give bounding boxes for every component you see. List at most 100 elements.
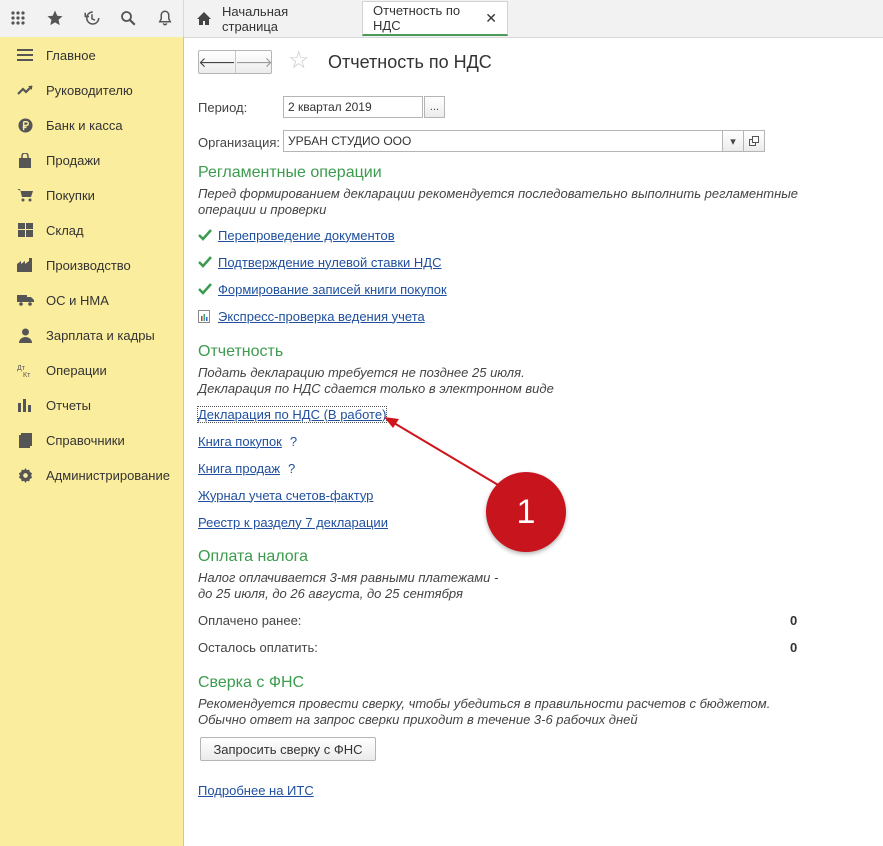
sidebar-item-label: Покупки (46, 187, 95, 203)
report-icon (198, 309, 212, 323)
link-invoice-journal[interactable]: Журнал учета счетов-фактур (198, 488, 373, 503)
payment-desc-line: до 25 июля, до 26 августа, до 25 сентябр… (198, 586, 463, 601)
sidebar-item-label: Отчеты (46, 397, 91, 413)
link-sales-book[interactable]: Книга продаж (198, 461, 280, 476)
more-info-row: Подробнее на ИТС (198, 781, 314, 799)
top-toolbar (0, 0, 184, 37)
tab-home[interactable]: Начальная страница (186, 1, 356, 36)
regulatory-item: Формирование записей книги покупок (198, 280, 447, 298)
link-repost-documents[interactable]: Перепроведение документов (218, 228, 395, 243)
sidebar-item-admin[interactable]: Администрирование (0, 461, 183, 489)
star-icon[interactable] (45, 8, 65, 28)
sidebar-item-label: Зарплата и кадры (46, 327, 155, 343)
search-icon[interactable] (118, 8, 138, 28)
reporting-desc-line: Декларация по НДС сдается только в элект… (198, 381, 554, 396)
annotation-badge: 1 (486, 472, 566, 552)
payment-desc-line: Налог оплачивается 3-мя равными платежам… (198, 570, 499, 585)
organization-label: Организация: (198, 135, 281, 150)
sidebar-item-bank[interactable]: Банк и касса (0, 111, 183, 139)
apps-grid-icon[interactable] (8, 8, 28, 28)
bar-chart-icon (16, 396, 34, 414)
paid-earlier-value: 0 (790, 613, 798, 628)
sidebar-item-operations[interactable]: Дт Кт Операции (0, 356, 183, 384)
help-icon[interactable]: ? (290, 434, 297, 449)
book-icon (16, 431, 34, 449)
sidebar-item-label: Продажи (46, 152, 101, 168)
link-purchase-book-entries[interactable]: Формирование записей книги покупок (218, 282, 447, 297)
back-button[interactable]: 🡐 (198, 51, 236, 73)
sidebar-item-label: Банк и касса (46, 117, 123, 133)
reporting-item: Журнал учета счетов-фактур (198, 486, 373, 504)
sidebar-item-manager[interactable]: Руководителю (0, 76, 183, 104)
left-to-pay-value: 0 (790, 640, 798, 655)
truck-icon (16, 291, 34, 309)
organization-open-button[interactable] (743, 130, 765, 152)
regulatory-desc-line: Перед формированием декларации рекоменду… (198, 186, 799, 201)
tab-active-label: Отчетность по НДС (373, 3, 461, 33)
fns-desc-line: Рекомендуется провести сверку, чтобы убе… (198, 696, 771, 711)
sidebar-item-purchases[interactable]: Покупки (0, 181, 183, 209)
fns-description: Рекомендуется провести сверку, чтобы убе… (198, 696, 770, 728)
checkmark-icon (198, 255, 212, 269)
section-reporting-title: Отчетность (198, 343, 284, 360)
svg-text:Кт: Кт (23, 372, 31, 377)
reporting-item: Реестр к разделу 7 декларации (198, 513, 388, 531)
link-more-its[interactable]: Подробнее на ИТС (198, 783, 314, 798)
sidebar-item-label: Администрирование (46, 467, 170, 483)
top-bar: Начальная страница Отчетность по НДС ✕ (0, 0, 883, 38)
help-icon[interactable]: ? (288, 461, 295, 476)
trend-icon (16, 81, 34, 99)
reporting-description: Подать декларацию требуется не позднее 2… (198, 365, 554, 397)
sidebar-item-main[interactable]: Главное (0, 41, 183, 69)
home-icon (196, 11, 212, 27)
organization-field[interactable]: УРБАН СТУДИО ООО (283, 130, 723, 152)
sidebar-item-production[interactable]: Производство (0, 251, 183, 279)
sidebar-item-label: Операции (46, 362, 107, 378)
svg-text:Дт: Дт (17, 365, 26, 372)
history-icon[interactable] (82, 8, 102, 28)
payment-description: Налог оплачивается 3-мя равными платежам… (198, 570, 498, 602)
period-field[interactable]: 2 квартал 2019 (283, 96, 423, 118)
sidebar-item-warehouse[interactable]: Склад (0, 216, 183, 244)
dt-kt-icon: Дт Кт (16, 361, 34, 379)
sidebar-item-label: ОС и НМА (46, 292, 109, 308)
link-vat-declaration[interactable]: Декларация по НДС (В работе) (196, 405, 388, 423)
reporting-item: Декларация по НДС (В работе) (196, 405, 388, 423)
request-reconciliation-button[interactable]: Запросить сверку с ФНС (200, 737, 376, 761)
sidebar: Главное Руководителю Банк и касса Продаж… (0, 37, 184, 846)
link-purchase-book[interactable]: Книга покупок (198, 434, 282, 449)
sidebar-item-directories[interactable]: Справочники (0, 426, 183, 454)
forward-button[interactable]: 🡒 (235, 51, 273, 73)
checkmark-icon (198, 282, 212, 296)
section-fns-title: Сверка с ФНС (198, 674, 305, 691)
regulatory-item: Подтверждение нулевой ставки НДС (198, 253, 442, 271)
tab-home-label: Начальная страница (222, 3, 289, 34)
favorite-star-icon[interactable]: ☆ (288, 49, 310, 73)
bank-icon (16, 116, 34, 134)
sidebar-item-reports[interactable]: Отчеты (0, 391, 183, 419)
sidebar-item-label: Производство (46, 257, 131, 273)
regulatory-item: Перепроведение документов (198, 226, 395, 244)
sidebar-item-fixed-assets[interactable]: ОС и НМА (0, 286, 183, 314)
regulatory-description: Перед формированием декларации рекоменду… (198, 186, 798, 218)
tab-vat-reporting[interactable]: Отчетность по НДС ✕ (362, 1, 508, 36)
open-icon (749, 136, 759, 146)
bell-icon[interactable] (155, 8, 175, 28)
period-select-button[interactable]: ... (424, 96, 445, 118)
link-express-check[interactable]: Экспресс-проверка ведения учета (218, 309, 425, 324)
bag-icon (16, 151, 34, 169)
link-zero-rate-confirmation[interactable]: Подтверждение нулевой ставки НДС (218, 255, 442, 270)
factory-icon (16, 256, 34, 274)
close-icon[interactable]: ✕ (485, 10, 497, 27)
regulatory-desc-line: операции и проверки (198, 202, 327, 217)
reporting-item: Книга продаж ? (198, 459, 295, 477)
cart-icon (16, 186, 34, 204)
sidebar-item-salary[interactable]: Зарплата и кадры (0, 321, 183, 349)
link-section7-registry[interactable]: Реестр к разделу 7 декларации (198, 515, 388, 530)
organization-dropdown-button[interactable]: ▾ (722, 130, 744, 152)
sidebar-item-label: Справочники (46, 432, 125, 448)
main-content: 🡐 🡒 ☆ Отчетность по НДС Период: 2 кварта… (185, 38, 883, 846)
regulatory-item: Экспресс-проверка ведения учета (198, 307, 425, 325)
page-title: Отчетность по НДС (328, 52, 492, 72)
sidebar-item-sales[interactable]: Продажи (0, 146, 183, 174)
